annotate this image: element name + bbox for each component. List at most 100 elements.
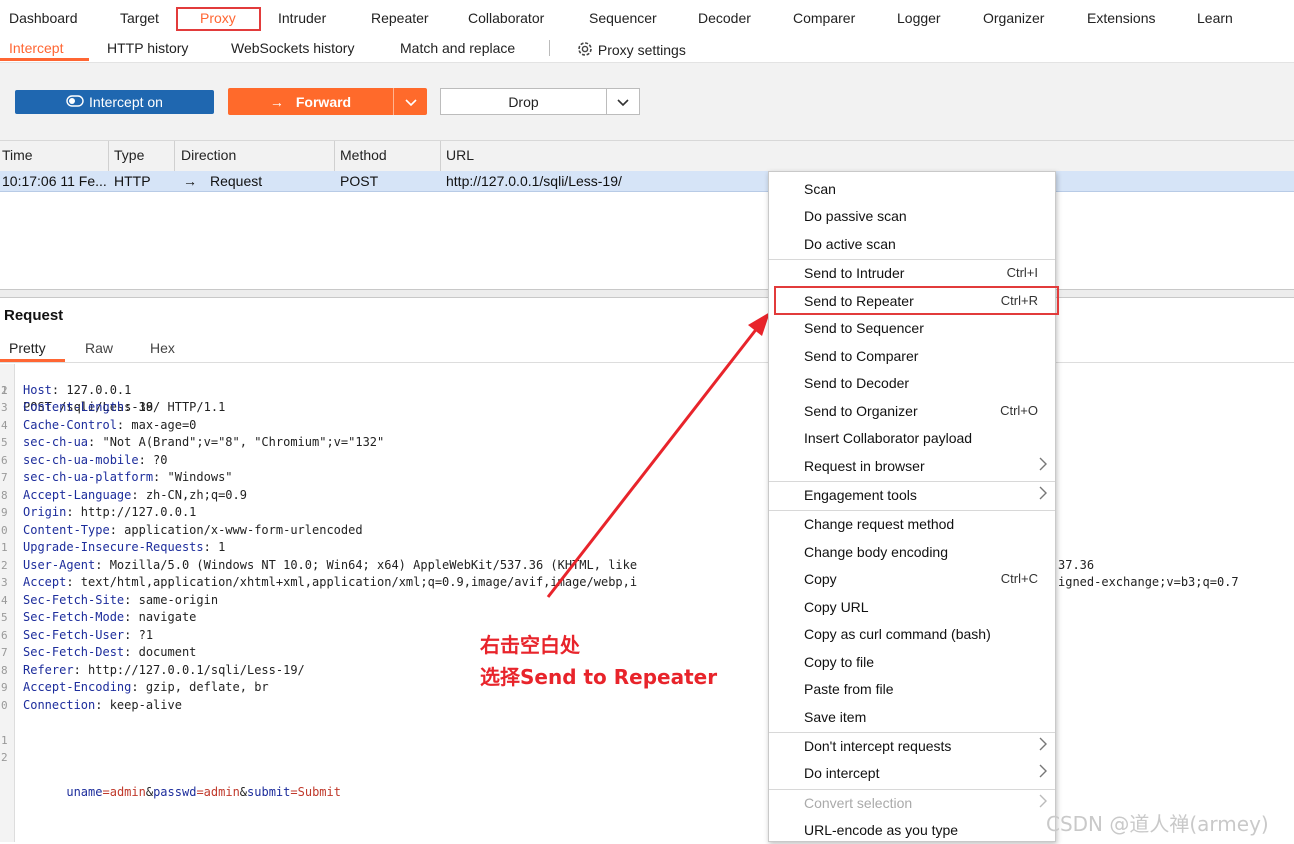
tab-pretty[interactable]: Pretty (9, 340, 46, 356)
column-divider[interactable] (174, 141, 175, 171)
header-text: sec-ch-ua-mobile: ?0 (23, 452, 168, 470)
proxy-settings-button[interactable]: Proxy settings (576, 40, 686, 61)
menu-item-scan[interactable]: Scan (769, 176, 1055, 203)
subtab-websockets-history[interactable]: WebSockets history (231, 40, 354, 56)
column-header-direction[interactable]: Direction (181, 147, 236, 163)
chevron-right-icon (1039, 764, 1047, 781)
menu-item-convert-selection: Convert selection (769, 790, 1055, 817)
tab-intruder[interactable]: Intruder (278, 10, 326, 26)
column-divider[interactable] (334, 141, 335, 171)
header-text: User-Agent: Mozilla/5.0 (Windows NT 10.0… (23, 557, 637, 575)
menu-item-send-to-intruder[interactable]: Send to Intruder Ctrl+I (769, 260, 1055, 287)
menu-item-copy-as-curl-command-bash[interactable]: Copy as curl command (bash) (769, 621, 1055, 648)
menu-item-do-intercept[interactable]: Do intercept (769, 760, 1055, 787)
equals: = (290, 785, 298, 799)
menu-item-label: Change body encoding (804, 543, 949, 560)
column-header-time[interactable]: Time (2, 147, 33, 163)
tab-logger[interactable]: Logger (897, 10, 941, 26)
header-value: : zh-CN,zh;q=0.9 (131, 487, 247, 502)
menu-item-change-body-encoding[interactable]: Change body encoding (769, 539, 1055, 566)
tab-target[interactable]: Target (120, 10, 159, 26)
code-line: 2 uname=admin&passwd=admin&submit=Submit (0, 732, 341, 799)
intercept-toggle-button[interactable]: Intercept on (15, 90, 214, 114)
tab-organizer[interactable]: Organizer (983, 10, 1044, 26)
menu-item-copy[interactable]: Copy Ctrl+C (769, 566, 1055, 593)
line-number: 5 (1, 436, 8, 449)
menu-item-save-item[interactable]: Save item (769, 704, 1055, 731)
menu-item-label: Save item (804, 708, 867, 725)
menu-item-engagement-tools[interactable]: Engagement tools (769, 482, 1055, 509)
forward-button[interactable]: → Forward (228, 88, 393, 115)
pane-splitter[interactable] (0, 289, 1294, 298)
line-number: 6 (1, 628, 8, 642)
chevron-right-icon (1039, 737, 1047, 754)
subtab-match-and-replace[interactable]: Match and replace (400, 40, 515, 56)
tab-collaborator[interactable]: Collaborator (468, 10, 544, 26)
menu-item-label: Copy URL (804, 598, 869, 615)
forward-dropdown-button[interactable] (393, 88, 427, 115)
header-name: Sec-Fetch-Mode (23, 610, 125, 624)
menu-item-send-to-sequencer[interactable]: Send to Sequencer (769, 315, 1055, 342)
menu-item-do-active-scan[interactable]: Do active scan (769, 231, 1055, 258)
line-number: 6 (1, 453, 8, 467)
column-divider[interactable] (440, 141, 441, 171)
column-header-url[interactable]: URL (446, 147, 474, 163)
annotation-line-2: 选择Send to Repeater (480, 665, 718, 689)
line-number: 0 (1, 698, 8, 712)
column-divider[interactable] (108, 141, 109, 171)
column-header-type[interactable]: Type (114, 147, 144, 163)
tab-comparer[interactable]: Comparer (793, 10, 855, 26)
menu-item-send-to-comparer[interactable]: Send to Comparer (769, 343, 1055, 370)
menu-item-label: Send to Comparer (804, 347, 919, 364)
menu-item-url-encode-as-you-type[interactable]: URL-encode as you type (769, 817, 1055, 844)
subtab-intercept[interactable]: Intercept (9, 40, 63, 56)
menu-item-paste-from-file[interactable]: Paste from file (769, 676, 1055, 703)
ampersand: & (239, 785, 248, 799)
menu-item-do-passive-scan[interactable]: Do passive scan (769, 203, 1055, 230)
subtab-http-history[interactable]: HTTP history (107, 40, 188, 56)
tab-raw[interactable]: Raw (85, 340, 113, 356)
header-name: Origin (23, 505, 67, 519)
active-subtab-underline (0, 58, 89, 61)
forward-label: Forward (295, 93, 352, 110)
chevron-right-icon (1039, 457, 1047, 474)
tab-dashboard[interactable]: Dashboard (9, 10, 78, 26)
shortcut-label: Ctrl+O (1000, 402, 1038, 418)
shortcut-label: Ctrl+I (1006, 265, 1038, 281)
menu-item-send-to-organizer[interactable]: Send to Organizer Ctrl+O (769, 398, 1055, 425)
menu-item-copy-url[interactable]: Copy URL (769, 594, 1055, 621)
line-number: 9 (1, 681, 8, 694)
header-value: : application/x-www-form-urlencoded (109, 522, 363, 537)
tab-extensions[interactable]: Extensions (1087, 10, 1155, 26)
watermark: CSDN @道人禅(armey) (1046, 812, 1269, 836)
annotation-text: 右击空白处 选择Send to Repeater (480, 629, 717, 693)
header-text: sec-ch-ua-platform: "Windows" (23, 469, 233, 487)
menu-item-don-t-intercept-requests[interactable]: Don't intercept requests (769, 733, 1055, 760)
gear-icon (576, 40, 594, 61)
drop-dropdown-button[interactable] (606, 88, 640, 115)
menu-item-request-in-browser[interactable]: Request in browser (769, 453, 1055, 480)
header-text: Referer: http://127.0.0.1/sqli/Less-19/ (23, 662, 305, 680)
header-text: Sec-Fetch-User: ?1 (23, 627, 153, 645)
drop-button[interactable]: Drop (440, 88, 606, 115)
tab-sequencer[interactable]: Sequencer (589, 10, 657, 26)
tab-decoder[interactable]: Decoder (698, 10, 751, 26)
line-number: 7 (1, 471, 8, 484)
menu-item-label: Copy to file (804, 653, 875, 670)
menu-item-copy-to-file[interactable]: Copy to file (769, 649, 1055, 676)
tab-repeater[interactable]: Repeater (371, 10, 429, 26)
menu-item-label: Copy as curl command (bash) (804, 626, 991, 643)
header-value: : ?1 (124, 627, 154, 642)
header-name: Accept-Language (23, 487, 132, 502)
table-row[interactable]: 10:17:06 11 Fe... HTTP → Request POST ht… (0, 171, 1294, 192)
tab-hex[interactable]: Hex (150, 340, 175, 356)
column-header-method[interactable]: Method (340, 147, 387, 163)
tab-learn[interactable]: Learn (1197, 10, 1233, 26)
menu-item-change-request-method[interactable]: Change request method (769, 511, 1055, 538)
menu-item-insert-collaborator-payload[interactable]: Insert Collaborator payload (769, 425, 1055, 452)
drop-label: Drop (508, 93, 539, 110)
intercept-toolbar: Intercept on → Forward Drop (0, 62, 1294, 140)
menu-item-send-to-decoder[interactable]: Send to Decoder (769, 370, 1055, 397)
menu-item-label: Send to Intruder (804, 265, 905, 282)
menu-item-label: URL-encode as you type (804, 822, 959, 839)
